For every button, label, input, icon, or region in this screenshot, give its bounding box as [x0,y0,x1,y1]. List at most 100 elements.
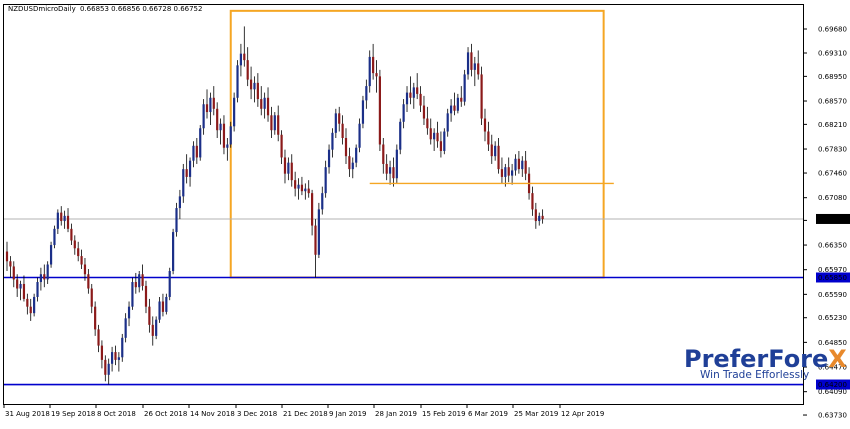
candle [195,138,198,164]
candle-body [341,123,344,138]
candle [33,293,36,317]
candle [178,189,181,220]
candle-body [365,86,368,101]
candle [192,141,195,168]
candle [73,235,76,255]
candle-body [368,56,371,87]
range-box-layer [229,9,605,279]
candle-body [216,108,219,131]
time-axis-label: 28 Jan 2019 [375,410,417,418]
current-price-tag-text: 0.66752 [818,215,847,223]
candle-body [378,76,381,145]
candle [327,144,331,174]
candle-body [307,188,310,194]
candle-body [480,74,483,119]
candle [311,189,314,236]
candle [392,157,395,187]
candle [19,280,22,301]
candle [141,264,144,291]
price-axis-label: 0.63730 [818,412,847,420]
candle-body [473,63,476,70]
candle [521,156,524,177]
chart-symbol-label: NZDUSDmicroDaily [8,5,76,13]
candle [144,280,148,314]
candle [466,47,470,80]
candle [460,86,463,107]
candle-body [388,167,392,174]
candle [127,301,131,327]
candle [110,346,114,372]
candle [361,95,365,129]
candles-layer [5,26,544,385]
candle-body [392,167,395,179]
candle-body [49,245,53,265]
candle [456,93,459,114]
candle-body [222,123,226,148]
candle [517,150,520,174]
candle-body [144,285,148,307]
candle [29,298,32,321]
candle [46,261,49,284]
candle-body [165,296,168,312]
candle [243,26,246,67]
consolidation-range-box [229,9,605,279]
level-price-tag-0: 0.65850 [816,272,850,283]
candle [36,277,39,302]
candle [494,141,497,161]
candle [121,333,124,362]
time-axis-label: 21 Dec 2018 [283,410,328,418]
price-chart: 0.69680 0.69310 0.68950 0.68570 0.68210 0.678… [0,0,850,425]
candle [351,157,354,179]
candle-body [199,128,202,158]
candle [117,352,120,372]
candle-body [39,274,42,283]
candle-body [433,132,436,140]
candle-body [141,274,144,286]
candle [297,178,300,200]
time-axis-label: 19 Sep 2018 [51,410,95,418]
candle [541,209,544,224]
time-axis-label: 12 Apr 2019 [561,410,604,418]
candle [277,105,280,142]
candle [524,150,527,181]
candle-body [429,128,432,140]
candle [104,355,107,382]
candle [500,157,504,184]
candle-body [331,132,334,150]
candle-body [70,228,73,241]
candle-body [63,215,66,222]
candle-body [19,283,22,289]
candle-body [524,160,527,174]
candle [124,313,127,343]
candle [114,345,117,366]
candle-body [348,156,351,170]
candle-body [382,144,385,164]
price-axis-label: 0.66350 [818,242,847,250]
candle-body [249,79,253,90]
candle-body [490,144,493,157]
candle-body [277,115,280,135]
chart-ohlc-readout: 0.66853 0.66856 0.66728 0.66752 [80,5,202,13]
candle [77,241,80,262]
candle [412,82,415,109]
candle-body [463,74,466,102]
candle-body [263,97,266,109]
candle-body [446,113,449,132]
candle [399,118,402,155]
candle [514,154,517,176]
candle-body [260,99,263,109]
candle-body [100,345,104,360]
candle-body [5,251,9,262]
candle [175,202,178,237]
candle-body [453,105,456,111]
candle [429,118,432,145]
candle [395,144,398,184]
candle-body [511,170,514,176]
candle-body [233,97,236,127]
time-axis-label: 26 Oct 2018 [144,410,187,418]
candle-body [355,147,358,163]
candle-body [256,82,259,100]
candle [39,267,42,291]
candle [477,50,480,80]
candle-body [80,256,83,265]
